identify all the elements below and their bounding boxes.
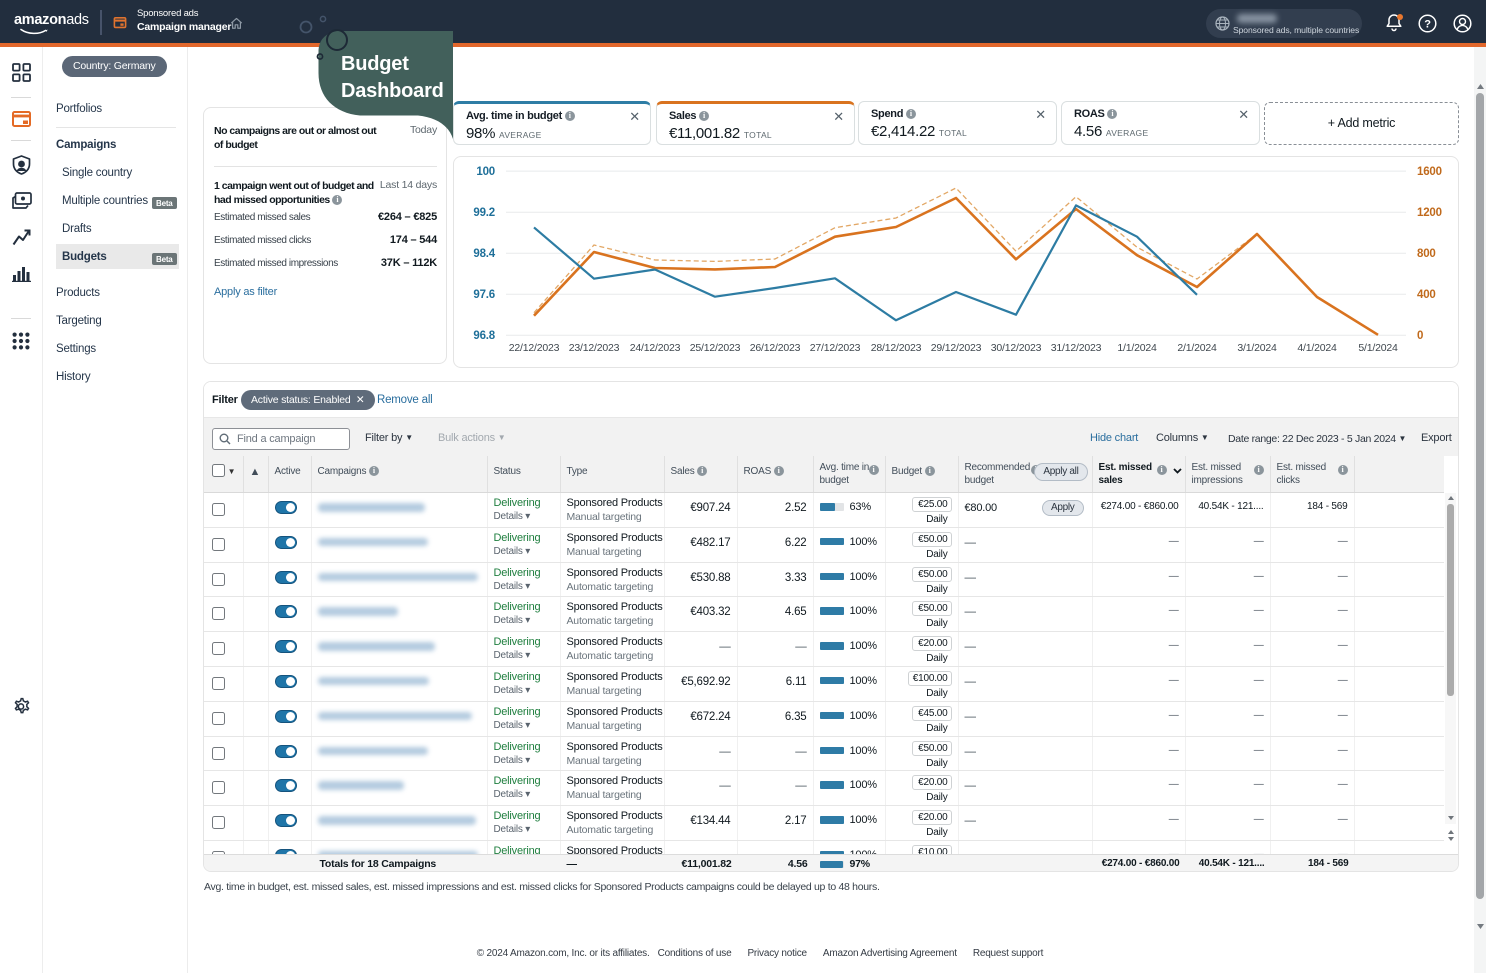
svg-text:24/12/2023: 24/12/2023 bbox=[630, 342, 681, 354]
svg-text:25/12/2023: 25/12/2023 bbox=[690, 342, 741, 354]
svg-text:Dashboard: Dashboard bbox=[341, 80, 444, 102]
svg-text:96.8: 96.8 bbox=[473, 330, 495, 342]
svg-text:26/12/2023: 26/12/2023 bbox=[750, 342, 801, 354]
svg-text:1200: 1200 bbox=[1417, 207, 1442, 219]
svg-text:27/12/2023: 27/12/2023 bbox=[810, 342, 861, 354]
svg-text:22/12/2023: 22/12/2023 bbox=[509, 342, 560, 354]
svg-text:4/1/2024: 4/1/2024 bbox=[1297, 342, 1337, 354]
svg-text:23/12/2023: 23/12/2023 bbox=[569, 342, 620, 354]
svg-text:29/12/2023: 29/12/2023 bbox=[931, 342, 982, 354]
svg-text:97.6: 97.6 bbox=[473, 289, 495, 301]
svg-text:0: 0 bbox=[1417, 330, 1423, 342]
svg-text:?: ? bbox=[1424, 19, 1431, 31]
svg-text:3/1/2024: 3/1/2024 bbox=[1237, 342, 1277, 354]
svg-text:99.2: 99.2 bbox=[473, 207, 495, 219]
svg-text:1/1/2024: 1/1/2024 bbox=[1117, 342, 1157, 354]
svg-text:800: 800 bbox=[1417, 248, 1436, 260]
svg-text:5/1/2024: 5/1/2024 bbox=[1358, 342, 1398, 354]
svg-text:100: 100 bbox=[476, 166, 495, 178]
svg-text:Budget: Budget bbox=[341, 53, 409, 75]
svg-text:1600: 1600 bbox=[1417, 166, 1442, 178]
svg-text:30/12/2023: 30/12/2023 bbox=[991, 342, 1042, 354]
svg-text:31/12/2023: 31/12/2023 bbox=[1051, 342, 1102, 354]
svg-text:400: 400 bbox=[1417, 289, 1436, 301]
svg-text:2/1/2024: 2/1/2024 bbox=[1177, 342, 1217, 354]
svg-text:28/12/2023: 28/12/2023 bbox=[871, 342, 922, 354]
svg-text:98.4: 98.4 bbox=[473, 248, 495, 260]
